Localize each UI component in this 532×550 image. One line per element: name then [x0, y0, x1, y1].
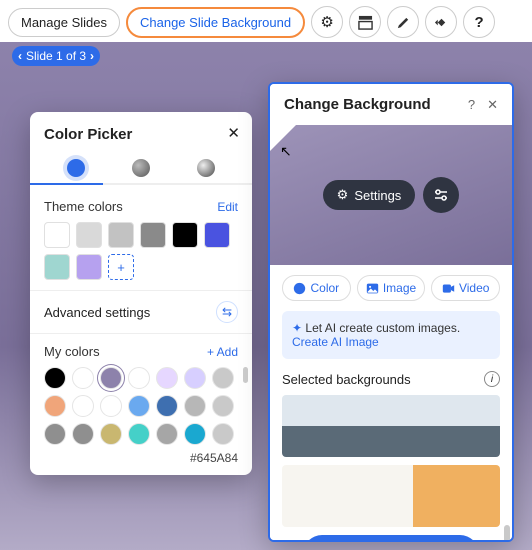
change-background-panel: Change Background ? ✕ ↖ ⚙ Settings Color — [268, 82, 514, 542]
close-icon[interactable]: ✕ — [227, 124, 240, 142]
advanced-settings-label: Advanced settings — [44, 305, 150, 320]
color-picker-title: Color Picker — [44, 126, 238, 143]
close-icon[interactable]: ✕ — [487, 97, 498, 113]
theme-swatch[interactable] — [204, 222, 230, 248]
my-color-swatch[interactable] — [128, 423, 150, 445]
cursor-icon: ↖ — [280, 143, 292, 160]
theme-swatch[interactable] — [44, 222, 70, 248]
animation-icon[interactable] — [425, 6, 457, 38]
theme-swatch[interactable] — [44, 254, 70, 280]
tab-solid[interactable] — [67, 159, 85, 177]
prev-slide-icon[interactable]: ‹ — [18, 49, 22, 63]
my-color-swatch[interactable] — [44, 367, 66, 389]
my-color-swatch[interactable] — [100, 395, 122, 417]
gear-icon: ⚙ — [337, 187, 349, 203]
tab-gradient[interactable] — [132, 159, 150, 177]
my-color-swatch[interactable] — [184, 423, 206, 445]
theme-swatch[interactable] — [172, 222, 198, 248]
color-picker-panel: Color Picker ✕ Theme colors Edit + Advan… — [30, 112, 252, 475]
apply-to-other-slides-button[interactable]: Apply to Other Slides — [303, 535, 479, 540]
theme-swatch[interactable] — [76, 254, 102, 280]
mode-video-button[interactable]: Video — [431, 275, 500, 301]
stage-background: ‹ Slide 1 of 3 › Color Picker ✕ Theme co… — [0, 42, 532, 550]
my-color-swatch[interactable] — [44, 395, 66, 417]
create-ai-image-link[interactable]: Create AI Image — [292, 335, 379, 349]
background-thumbnail[interactable] — [282, 395, 500, 457]
mode-color-button[interactable]: Color — [282, 275, 351, 301]
slide-count-label: Slide 1 of 3 — [26, 49, 86, 63]
mode-image-button[interactable]: Image — [357, 275, 426, 301]
adjust-icon[interactable] — [423, 177, 459, 213]
my-color-swatch[interactable] — [128, 367, 150, 389]
add-color-link[interactable]: + Add — [207, 345, 238, 359]
my-colors-label: My colors — [44, 344, 100, 359]
gear-icon[interactable]: ⚙ — [311, 6, 343, 38]
ai-suggestion-box: ✦ Let AI create custom images. Create AI… — [282, 311, 500, 359]
selected-backgrounds-label: Selected backgrounds — [282, 372, 411, 387]
next-slide-icon[interactable]: › — [90, 49, 94, 63]
background-preview: ↖ ⚙ Settings — [270, 125, 512, 265]
my-color-swatch[interactable] — [156, 423, 178, 445]
edit-theme-link[interactable]: Edit — [217, 200, 238, 214]
my-color-swatch[interactable] — [100, 423, 122, 445]
slide-navigator[interactable]: ‹ Slide 1 of 3 › — [12, 46, 100, 66]
theme-swatch[interactable] — [108, 222, 134, 248]
manage-slides-button[interactable]: Manage Slides — [8, 8, 120, 37]
change-background-title: Change Background — [284, 96, 431, 113]
theme-swatch[interactable] — [140, 222, 166, 248]
theme-swatch[interactable] — [76, 222, 102, 248]
scrollbar[interactable] — [504, 525, 510, 540]
theme-colors-label: Theme colors — [44, 199, 123, 214]
my-color-swatch[interactable] — [184, 395, 206, 417]
my-color-swatch[interactable] — [72, 423, 94, 445]
hex-value: #645A84 — [44, 451, 238, 465]
add-swatch-button[interactable]: + — [108, 254, 134, 280]
my-color-swatch[interactable] — [128, 395, 150, 417]
my-color-swatch[interactable] — [212, 395, 234, 417]
brush-icon[interactable] — [387, 6, 419, 38]
layout-icon[interactable] — [349, 6, 381, 38]
my-color-swatch[interactable] — [156, 395, 178, 417]
my-color-swatch[interactable] — [44, 423, 66, 445]
help-icon[interactable]: ? — [463, 6, 495, 38]
info-icon[interactable]: i — [484, 371, 500, 387]
my-color-swatch[interactable] — [212, 367, 234, 389]
my-color-swatch[interactable] — [100, 367, 122, 389]
my-color-swatch[interactable] — [184, 367, 206, 389]
scrollbar[interactable] — [243, 367, 248, 383]
change-slide-background-button[interactable]: Change Slide Background — [126, 7, 305, 38]
tab-pattern[interactable] — [197, 159, 215, 177]
settings-chip[interactable]: ⚙ Settings — [323, 180, 416, 210]
advanced-toggle-icon[interactable]: ⇆ — [216, 301, 238, 323]
my-color-swatch[interactable] — [156, 367, 178, 389]
help-icon[interactable]: ? — [468, 97, 475, 113]
background-thumbnail[interactable] — [282, 465, 500, 527]
my-color-swatch[interactable] — [212, 423, 234, 445]
my-color-swatch[interactable] — [72, 367, 94, 389]
my-color-swatch[interactable] — [72, 395, 94, 417]
